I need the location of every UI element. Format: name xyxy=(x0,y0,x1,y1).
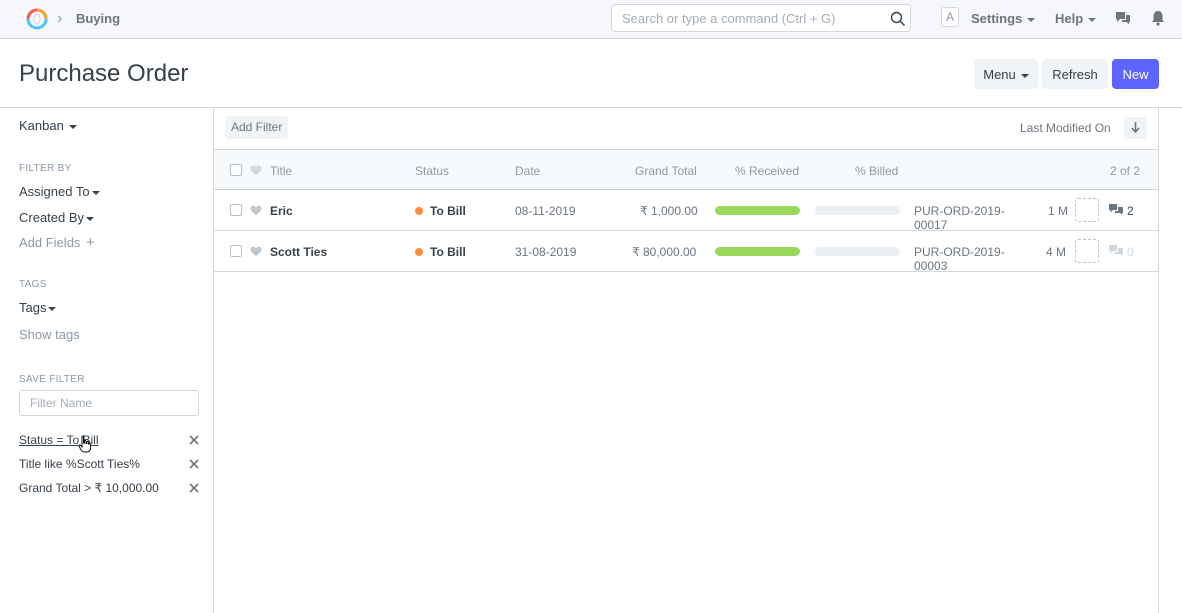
assigned-to-dropdown[interactable]: Assigned To xyxy=(19,184,100,199)
plus-icon: + xyxy=(86,234,95,251)
list-area: Add Filter Last Modified On Title Status… xyxy=(214,108,1159,613)
created-by-label: Created By xyxy=(19,210,85,225)
status-indicator xyxy=(415,248,423,256)
view-switcher[interactable]: Kanban xyxy=(19,118,77,133)
heart-icon[interactable] xyxy=(250,205,262,216)
caret-down-icon xyxy=(1027,17,1036,22)
add-filter-button[interactable]: Add Filter xyxy=(225,116,289,139)
received-progress xyxy=(715,206,800,215)
close-icon[interactable] xyxy=(189,459,199,469)
sidebar: Kanban FILTER BY Assigned To Created By … xyxy=(0,108,214,613)
created-by-dropdown[interactable]: Created By xyxy=(19,210,95,225)
status-indicator xyxy=(415,207,423,215)
column-title[interactable]: Title xyxy=(270,164,292,178)
settings-label: Settings xyxy=(971,11,1023,26)
avatar[interactable]: A xyxy=(941,7,959,27)
list-count: 2 of 2 xyxy=(1110,164,1141,178)
help-dropdown[interactable]: Help xyxy=(1055,11,1097,26)
heart-icon[interactable] xyxy=(250,246,262,257)
billed-progress xyxy=(815,247,900,256)
list-row[interactable]: Scott Ties To Bill 31-08-2019 ₹ 80,000.0… xyxy=(214,231,1158,273)
navbar: › Buying A Settings Help xyxy=(0,0,1182,39)
row-date: 08-11-2019 xyxy=(515,204,576,218)
row-checkbox[interactable] xyxy=(230,245,242,257)
logo-icon[interactable] xyxy=(25,6,49,32)
row-grand-total: ₹ 1,000.00 xyxy=(640,204,698,218)
row-grand-total: ₹ 80,000.00 xyxy=(632,245,697,259)
save-filter-heading: SAVE FILTER xyxy=(19,374,85,385)
received-progress xyxy=(715,247,800,256)
menu-button[interactable]: Menu xyxy=(974,59,1038,89)
column-received[interactable]: % Received xyxy=(735,164,799,178)
close-icon[interactable] xyxy=(189,483,199,493)
search-input[interactable] xyxy=(611,4,911,32)
caret-down-icon xyxy=(1088,17,1097,22)
chevron-right-icon: › xyxy=(57,10,63,27)
comment-count: 2 xyxy=(1127,204,1134,218)
search-icon xyxy=(890,11,905,26)
sort-desc-icon xyxy=(1131,122,1140,134)
billed-progress xyxy=(815,206,900,215)
chat-icon[interactable] xyxy=(1115,10,1131,26)
row-title[interactable]: Scott Ties xyxy=(270,245,327,259)
row-name: PUR-ORD-2019-00017 xyxy=(914,204,1005,232)
heart-icon[interactable] xyxy=(250,165,262,176)
comment-count: 0 xyxy=(1127,245,1134,259)
saved-filter-grand-total[interactable]: Grand Total > ₹ 10,000.00 xyxy=(19,481,159,495)
sort-selector[interactable]: Last Modified On xyxy=(1020,121,1111,135)
add-fields-label: Add Fields xyxy=(19,235,81,250)
column-status[interactable]: Status xyxy=(415,164,449,178)
breadcrumb-buying[interactable]: Buying xyxy=(76,11,120,26)
caret-down-icon xyxy=(86,216,95,221)
tags-heading: TAGS xyxy=(19,279,47,290)
assigned-to-label: Assigned To xyxy=(19,184,90,199)
received-progress-fill xyxy=(715,206,800,215)
status-badge[interactable]: To Bill xyxy=(430,204,466,218)
hand-cursor-icon xyxy=(78,435,91,453)
list-header: Title Status Date Grand Total % Received… xyxy=(214,149,1158,190)
bell-icon[interactable] xyxy=(1151,10,1165,26)
row-modified: 1 M xyxy=(1048,204,1069,218)
page-title: Purchase Order xyxy=(19,60,189,87)
close-icon[interactable] xyxy=(189,435,199,445)
comment-icon xyxy=(1109,245,1123,256)
new-button[interactable]: New xyxy=(1112,59,1159,89)
tags-dropdown[interactable]: Tags xyxy=(19,300,57,315)
select-all-checkbox[interactable] xyxy=(230,164,242,176)
saved-filter-title[interactable]: Title like %Scott Ties% xyxy=(19,457,140,471)
column-date[interactable]: Date xyxy=(515,164,540,178)
caret-down-icon xyxy=(91,190,100,195)
row-date: 31-08-2019 xyxy=(515,245,577,259)
received-progress-fill xyxy=(715,247,800,256)
settings-dropdown[interactable]: Settings xyxy=(971,11,1036,26)
list-row[interactable]: Eric To Bill 08-11-2019 ₹ 1,000.00 PUR-O… xyxy=(214,190,1158,232)
caret-down-icon xyxy=(68,124,77,129)
row-modified: 4 M xyxy=(1046,245,1067,259)
column-billed[interactable]: % Billed xyxy=(855,164,898,178)
menu-label: Menu xyxy=(983,67,1016,82)
caret-down-icon xyxy=(48,306,57,311)
help-label: Help xyxy=(1055,11,1084,26)
row-name: PUR-ORD-2019-00003 xyxy=(914,245,1005,273)
assign-placeholder[interactable] xyxy=(1075,239,1099,263)
assign-placeholder[interactable] xyxy=(1075,198,1099,222)
row-checkbox[interactable] xyxy=(230,204,242,216)
row-title[interactable]: Eric xyxy=(270,204,293,218)
filter-name-input[interactable] xyxy=(19,390,199,416)
add-fields-link[interactable]: Add Fields + xyxy=(19,234,95,251)
filter-by-heading: FILTER BY xyxy=(19,163,72,174)
tags-label: Tags xyxy=(19,300,47,315)
refresh-button[interactable]: Refresh xyxy=(1042,59,1108,89)
caret-down-icon xyxy=(1020,73,1029,78)
status-badge[interactable]: To Bill xyxy=(430,245,466,259)
show-tags-link[interactable]: Show tags xyxy=(19,327,80,342)
sort-order-button[interactable] xyxy=(1124,117,1147,139)
comment-icon xyxy=(1109,204,1123,215)
column-grand-total[interactable]: Grand Total xyxy=(635,164,697,178)
view-label: Kanban xyxy=(19,118,64,133)
